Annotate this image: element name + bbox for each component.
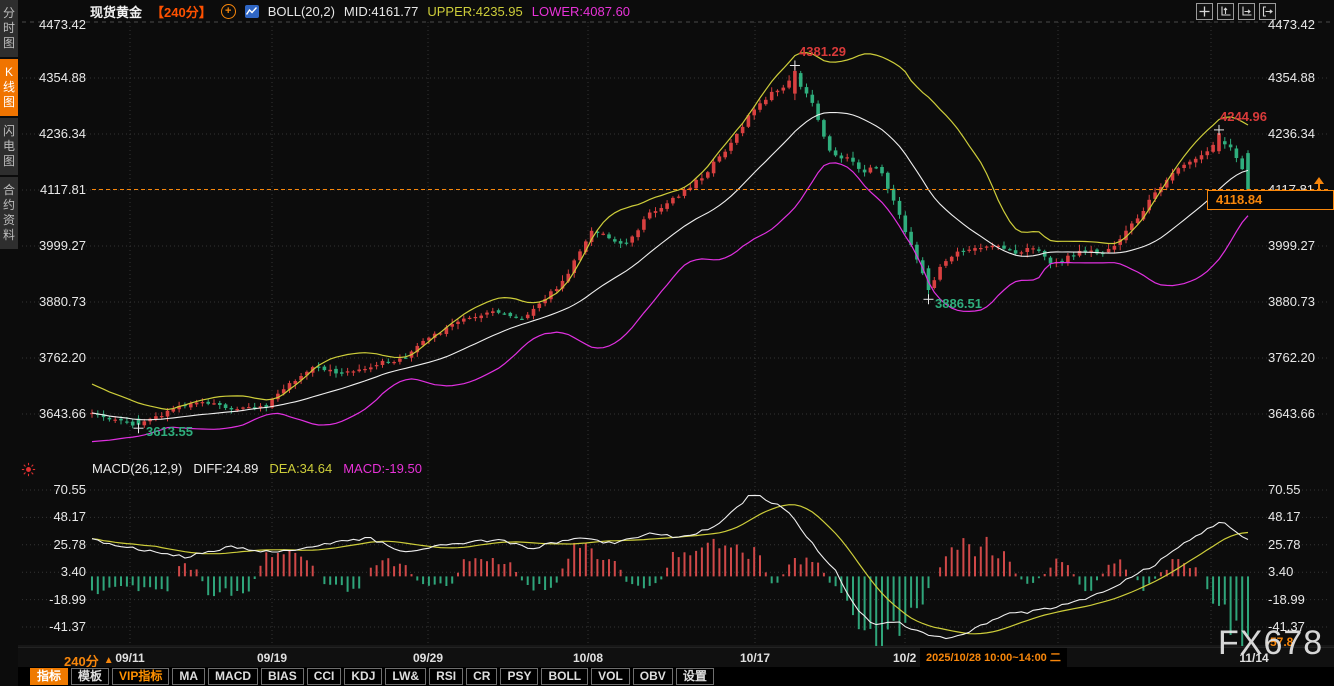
toolbar-item-vol[interactable]: VOL (591, 668, 630, 685)
macd-axis-label: 70.55 (53, 482, 86, 497)
macd-axis-label: 70.55 (1268, 482, 1301, 497)
macd-macd-value: MACD:-19.50 (343, 461, 422, 476)
toolbar-item-cr[interactable]: CR (466, 668, 498, 685)
macd-dea-value: DEA:34.64 (269, 461, 333, 476)
price-axis-label: 3643.66 (1268, 406, 1315, 421)
annotation-recent-high: 4244.96 (1220, 109, 1267, 124)
toolbar-item-ma[interactable]: MA (172, 668, 206, 685)
sidebar-item-timeshare-chart[interactable]: 分时图 (0, 0, 18, 57)
price-axis-label: 4354.88 (39, 70, 86, 85)
price-axis-label: 4236.34 (39, 126, 86, 141)
date-tick: 09/19 (256, 651, 288, 665)
macd-params-label: MACD(26,12,9) (92, 461, 183, 476)
symbol-name: 现货黄金 (90, 4, 143, 20)
macd-axis-label: 48.17 (1268, 509, 1301, 524)
date-tick-partial: 10/2 (893, 651, 917, 665)
fx678-watermark: FX678 (1218, 624, 1324, 662)
macd-axis-label: 48.17 (53, 509, 86, 524)
macd-axis-label: 3.40 (60, 564, 86, 579)
macd-axis-label: 25.78 (53, 537, 86, 552)
last-price-tag: 4118.84 (1207, 190, 1334, 210)
boll-mid-value: MID:4161.77 (343, 3, 419, 19)
toolbar-item-templates[interactable]: 模板 (71, 668, 110, 685)
macd-axis-label: 3.40 (1268, 564, 1294, 579)
price-axis-label: 4236.34 (1268, 126, 1315, 141)
date-tick: 09/29 (412, 651, 444, 665)
macd-diff-value: DIFF:24.89 (193, 461, 259, 476)
boll-params-label: BOLL(20,2) (267, 3, 335, 19)
toolbar-item-kdj[interactable]: KDJ (344, 668, 383, 685)
annotation-swing-low: 3886.51 (935, 296, 982, 311)
date-tick: 10/08 (572, 651, 604, 665)
price-axis-label: 4117.81 (39, 182, 86, 197)
export-pan-icon[interactable] (1259, 3, 1276, 20)
sidebar-item-lightning-chart[interactable]: 闪电图 (0, 118, 18, 175)
macd-axis-label: 25.78 (1268, 537, 1301, 552)
pan-move-icon[interactable] (1196, 3, 1213, 20)
period-up-triangle-icon: ▲ (103, 655, 114, 666)
toolbar-item-vip-indicators[interactable]: VIP指标 (112, 668, 170, 685)
price-axis-label: 4354.88 (1268, 70, 1315, 85)
price-axis-label: 3643.66 (39, 406, 86, 421)
price-axis-label: 3880.73 (1268, 294, 1315, 309)
sidebar-item-kline-chart[interactable]: K线图 (0, 59, 18, 116)
date-tick: 09/11 (115, 651, 145, 665)
toolbar-item-lw[interactable]: LW& (385, 668, 427, 685)
toolbar-item-macd[interactable]: MACD (208, 668, 259, 685)
chart-header: 现货黄金 【240分】 + BOLL(20,2) MID:4161.77 UPP… (18, 0, 630, 22)
price-axis-label: 3999.27 (39, 238, 86, 253)
chart-tool-icons (1196, 3, 1276, 20)
macd-header: MACD(26,12,9) DIFF:24.89 DEA:34.64 MACD:… (92, 461, 422, 476)
trading-app-window: { "header": { "symbol": "现货黄金", "period"… (0, 0, 1334, 686)
time-axis-row: 240分 ▲ 09/11 09/19 09/29 10/08 10/17 10/2… (18, 647, 1334, 669)
price-up-arrow-icon (1314, 177, 1324, 184)
macd-axis-label: -41.37 (49, 619, 86, 634)
chart-root: 现货黄金 【240分】 + BOLL(20,2) MID:4161.77 UPP… (18, 0, 1334, 686)
toolbar-item-bias[interactable]: BIAS (261, 668, 304, 685)
annotation-period-low: 3613.55 (146, 424, 193, 439)
zoom-x-axis-icon[interactable] (1238, 3, 1255, 20)
price-axis-label: 3999.27 (1268, 238, 1315, 253)
macd-axis-label: -18.99 (49, 592, 86, 607)
price-up-arrow-stem (1318, 184, 1320, 189)
price-axis-label: 4473.42 (1268, 17, 1315, 32)
annotation-peak-high: 4381.29 (799, 44, 846, 59)
toolbar-item-indicators[interactable]: 指标 (30, 668, 69, 685)
crosshair-time-tooltip: 2025/10/28 10:00~14:00 二 (920, 648, 1067, 668)
chart-type-sidebar: 分时图 K线图 闪电图 合约资料 (0, 0, 18, 686)
zoom-y-axis-icon[interactable] (1217, 3, 1234, 20)
date-tick: 10/17 (739, 651, 771, 665)
boll-upper-value: UPPER:4235.95 (427, 3, 523, 19)
price-axis-label: 3762.20 (39, 350, 86, 365)
macd-axis-label: -18.99 (1268, 592, 1305, 607)
indicator-toolbar: 指标 模板 VIP指标 MA MACD BIAS CCI KDJ LW& RSI… (18, 667, 1334, 686)
kline-chart-icon (244, 4, 259, 18)
toolbar-item-cci[interactable]: CCI (306, 668, 342, 685)
toolbar-item-obv[interactable]: OBV (632, 668, 673, 685)
toolbar-item-rsi[interactable]: RSI (429, 668, 464, 685)
period-label[interactable]: 【240分】 (151, 2, 212, 21)
indicator-marker-icon[interactable] (21, 462, 36, 477)
toolbar-item-settings[interactable]: 设置 (675, 668, 714, 685)
toolbar-item-boll[interactable]: BOLL (541, 668, 589, 685)
boll-lower-value: LOWER:4087.60 (531, 3, 631, 19)
chart-canvas[interactable] (18, 0, 1334, 686)
add-indicator-icon[interactable]: + (220, 3, 236, 19)
price-axis-label: 3880.73 (39, 294, 86, 309)
price-axis-label: 3762.20 (1268, 350, 1315, 365)
toolbar-item-psy[interactable]: PSY (500, 668, 539, 685)
sidebar-item-contract-info[interactable]: 合约资料 (0, 177, 18, 249)
